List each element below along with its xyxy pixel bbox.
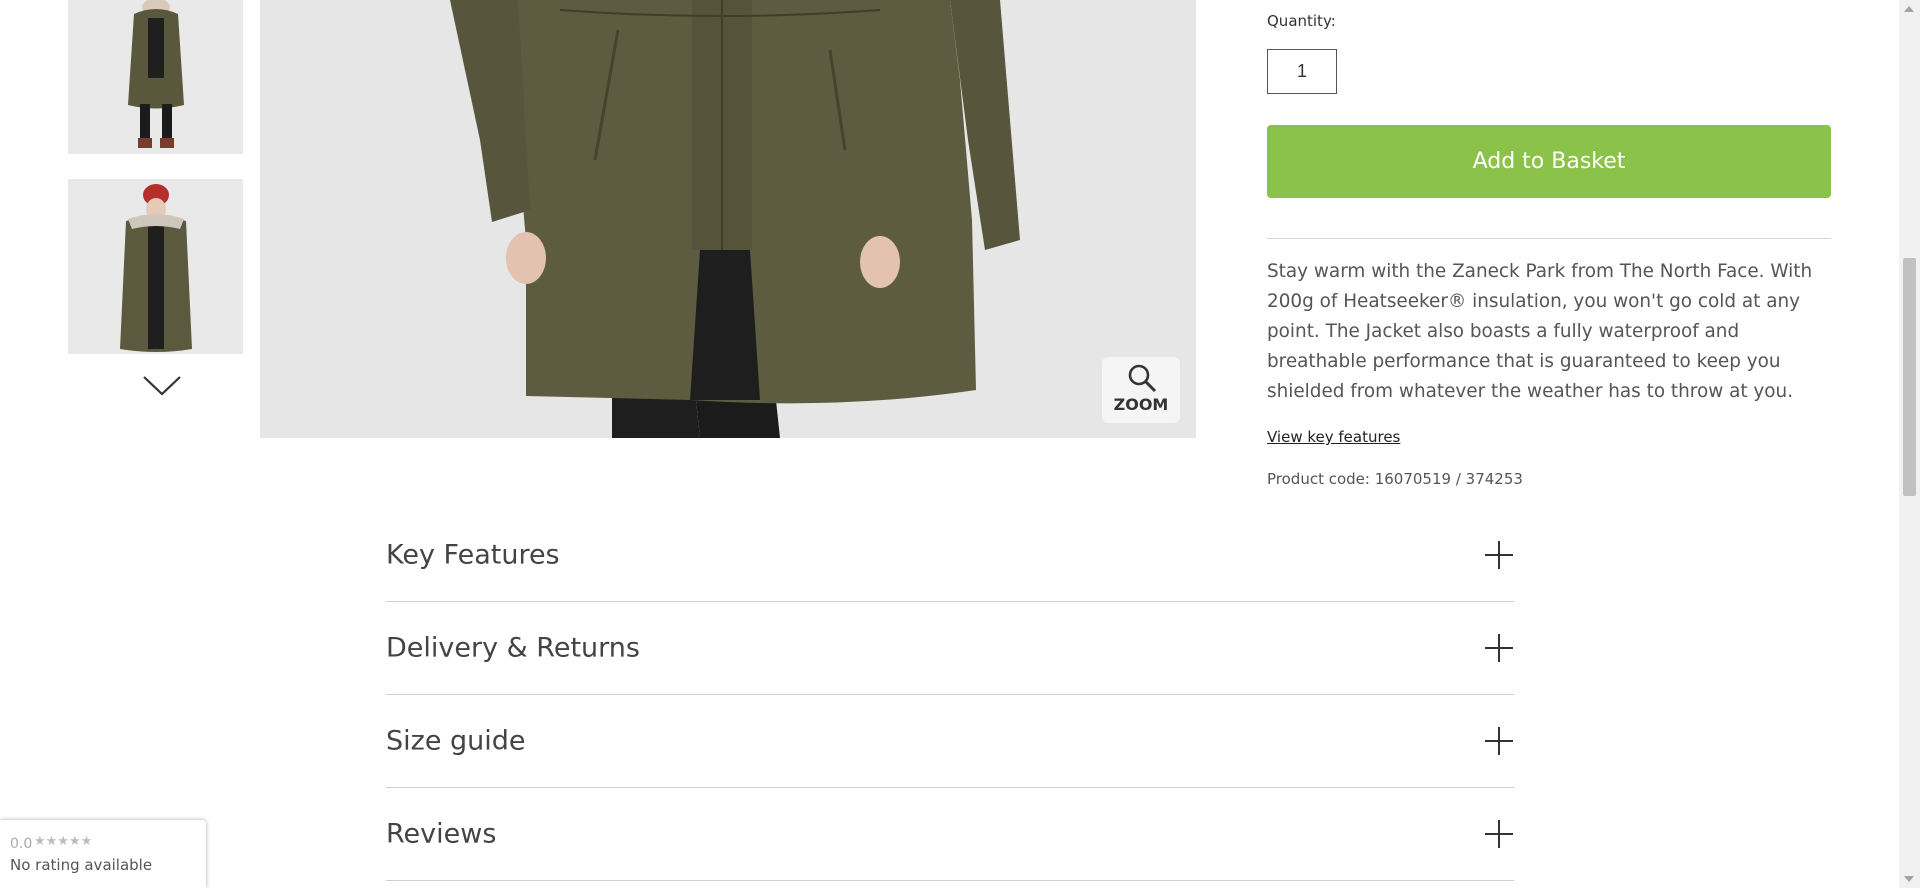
chevron-down-icon (143, 376, 181, 396)
accordion-title: Key Features (386, 539, 560, 571)
accordion-title: Delivery & Returns (386, 632, 640, 664)
zoom-button[interactable]: ZOOM (1102, 357, 1180, 423)
quantity-input[interactable] (1267, 49, 1337, 94)
magnifier-icon (1128, 364, 1157, 393)
thumbnails-scroll-down-button[interactable] (142, 374, 182, 398)
divider (1267, 238, 1831, 239)
thumbnail-image-1 (68, 0, 243, 154)
quantity-label: Quantity: (1267, 12, 1336, 30)
rating-widget[interactable]: 0.0 ★★★★★ No rating available (0, 820, 206, 888)
plus-icon (1485, 727, 1513, 755)
zoom-label: ZOOM (1113, 395, 1169, 414)
plus-icon (1485, 541, 1513, 569)
accordion-title: Size guide (386, 725, 526, 757)
plus-icon (1485, 820, 1513, 848)
accordion-size-guide[interactable]: Size guide (386, 695, 1514, 788)
product-description: Stay warm with the Zaneck Park from The … (1267, 261, 1813, 402)
accordion-reviews[interactable]: Reviews (386, 788, 1514, 881)
add-to-basket-button[interactable]: Add to Basket (1267, 125, 1831, 198)
page-scrollbar[interactable] (1899, 0, 1920, 888)
scroll-down-arrow-icon[interactable] (1904, 876, 1914, 882)
scroll-up-arrow-icon[interactable] (1904, 6, 1914, 12)
jacket-photo (260, 0, 1196, 438)
product-code: Product code: 16070519 / 374253 (1267, 470, 1523, 488)
view-key-features-link[interactable]: View key features (1267, 428, 1400, 446)
main-product-image[interactable] (260, 0, 1196, 438)
accordion-title: Reviews (386, 818, 497, 850)
rating-score: 0.0 (10, 836, 33, 852)
scrollbar-thumb[interactable] (1903, 258, 1916, 496)
product-thumbnail-2[interactable] (68, 179, 243, 354)
accordion-delivery-returns[interactable]: Delivery & Returns (386, 602, 1514, 695)
accordion-key-features[interactable]: Key Features (386, 509, 1514, 602)
rating-stars-icon: ★★★★★ (34, 834, 93, 849)
plus-icon (1485, 634, 1513, 662)
product-thumbnail-1[interactable] (68, 0, 243, 154)
thumbnail-image-2 (68, 179, 243, 354)
rating-text: No rating available (10, 856, 153, 874)
